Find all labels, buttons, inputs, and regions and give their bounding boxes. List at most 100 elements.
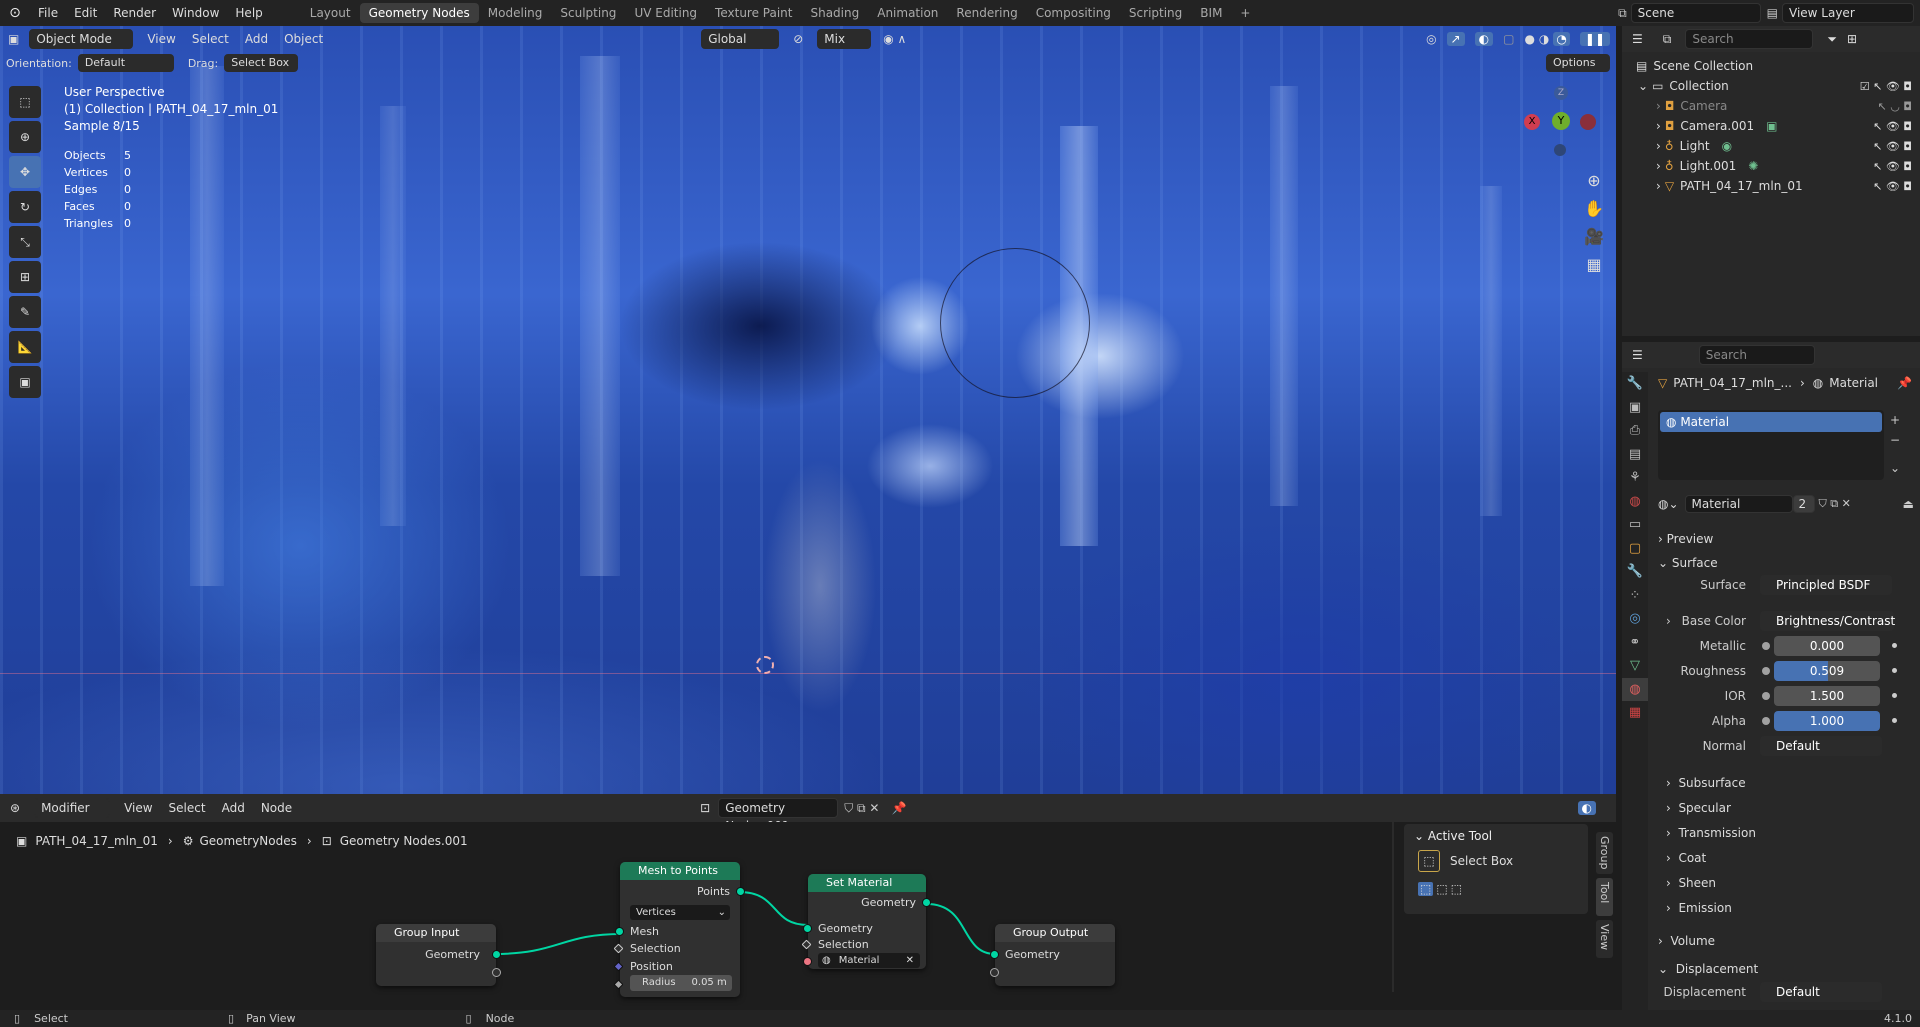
keyframe-dot-icon-alpha[interactable]: [1892, 718, 1897, 723]
select-mode-subtract-icon[interactable]: ⬚: [1451, 882, 1462, 896]
camera-view-icon[interactable]: 🎥: [1580, 222, 1608, 250]
group-output-extra-socket[interactable]: [990, 968, 999, 977]
shading-solid-icon[interactable]: ●: [1524, 32, 1534, 46]
node-tree-selector[interactable]: Geometry Nodes.001: [718, 798, 839, 833]
select-box-tool-icon[interactable]: ⬚: [9, 86, 41, 118]
menu-view[interactable]: View: [139, 32, 183, 46]
tool-tab-icon[interactable]: 🔧: [1622, 372, 1648, 396]
mesh-input-socket[interactable]: [615, 927, 624, 936]
xray-icon[interactable]: ▢: [1503, 32, 1514, 46]
add-workspace-button[interactable]: +: [1231, 3, 1259, 23]
mode-selector[interactable]: Object Mode: [29, 29, 134, 49]
gizmo-y-axis[interactable]: Y: [1552, 112, 1570, 130]
scene-selector[interactable]: Scene: [1630, 3, 1761, 23]
node-menu-select[interactable]: Select: [161, 801, 214, 815]
proportional-edit-icon[interactable]: ◉ ∧: [883, 32, 906, 46]
pause-render-button[interactable]: ❚❚: [1579, 32, 1610, 46]
tab-scripting[interactable]: Scripting: [1120, 3, 1191, 23]
menu-edit[interactable]: Edit: [66, 6, 105, 20]
transform-orientation-selector[interactable]: Global: [701, 29, 780, 49]
sidebar-tab-tool[interactable]: Tool: [1596, 878, 1613, 916]
filter-icon[interactable]: ⏷: [1827, 32, 1837, 47]
zoom-icon[interactable]: ⊕: [1580, 166, 1608, 194]
tab-sculpting[interactable]: Sculpting: [551, 3, 625, 23]
material-selector-field[interactable]: ◍ Material ✕: [818, 953, 920, 968]
object-tab-icon[interactable]: ▢: [1622, 537, 1648, 561]
keyframe-dot-icon-ior[interactable]: [1892, 693, 1897, 698]
group-output-node[interactable]: Group Output Geometry: [990, 924, 1115, 986]
subsurface-section-header[interactable]: › Subsurface: [1666, 776, 1746, 790]
node-menu-add[interactable]: Add: [214, 801, 253, 815]
menu-object[interactable]: Object: [276, 32, 331, 46]
tab-animation[interactable]: Animation: [868, 3, 947, 23]
roughness-field[interactable]: 0.509: [1774, 661, 1880, 681]
modifier-context-selector[interactable]: Modifier: [34, 798, 111, 818]
mesh-to-points-mode-selector[interactable]: Vertices ⌄: [630, 905, 730, 920]
gizmo-neg-z-axis[interactable]: [1554, 144, 1566, 156]
editor-type-icon[interactable]: ▣: [8, 32, 19, 46]
scene-tab-icon[interactable]: ⚘: [1622, 466, 1648, 490]
tab-shading[interactable]: Shading: [801, 3, 868, 23]
menu-select[interactable]: Select: [184, 32, 237, 46]
pan-hand-icon[interactable]: ✋: [1580, 194, 1608, 222]
properties-search-input[interactable]: Search: [1698, 345, 1815, 365]
gizmo-x-axis[interactable]: X: [1524, 114, 1540, 130]
gizmo-z-axis[interactable]: Z: [1554, 86, 1568, 100]
menu-window[interactable]: Window: [164, 6, 227, 20]
points-output-socket[interactable]: [736, 887, 745, 896]
gizmo-neg-x-axis[interactable]: [1580, 114, 1596, 130]
tab-texture-paint[interactable]: Texture Paint: [706, 3, 801, 23]
collection-row[interactable]: ⌄ ▭ Collection ☑ ↖ 👁 ◘: [1622, 76, 1920, 96]
material-slot-list[interactable]: ◍ Material: [1658, 410, 1884, 480]
displacement-field[interactable]: Default: [1760, 982, 1882, 1002]
tab-layout[interactable]: Layout: [301, 3, 360, 23]
sidebar-tab-group[interactable]: Group: [1596, 832, 1613, 874]
expand-icon[interactable]: ⌄: [1638, 79, 1648, 93]
radius-field[interactable]: Radius 0.05 m: [630, 975, 732, 991]
outliner-editor-type-icon[interactable]: ☰: [1632, 32, 1643, 46]
options-button[interactable]: Options: [1546, 54, 1610, 72]
set-material-geometry-out-socket[interactable]: [922, 898, 931, 907]
group-input-node[interactable]: Group Input Geometry: [376, 924, 501, 986]
group-input-geometry-socket[interactable]: [492, 950, 501, 959]
material-name-field[interactable]: Material: [1684, 495, 1793, 513]
snap-icon[interactable]: ⊘: [793, 32, 803, 46]
grid-view-icon[interactable]: ▦: [1580, 250, 1608, 278]
camera-visibility-icons[interactable]: ↖ ◡ ◘: [1877, 100, 1912, 113]
metallic-field[interactable]: 0.000: [1774, 636, 1880, 656]
sidebar-tab-view[interactable]: View: [1596, 920, 1613, 958]
path-object-visibility-icons[interactable]: ↖ 👁 ◘: [1873, 180, 1912, 193]
node-overlay-icon[interactable]: ◐: [1577, 801, 1596, 815]
properties-editor-type-icon[interactable]: ☰: [1632, 348, 1643, 362]
clear-material-icon[interactable]: ✕: [906, 953, 914, 968]
base-color-field[interactable]: Brightness/Contrast: [1760, 611, 1895, 631]
3d-viewport[interactable]: ▣ Object Mode View Select Add Object Glo…: [0, 26, 1616, 794]
select-mode-new-icon[interactable]: ⬚: [1418, 882, 1434, 896]
fake-user-icon[interactable]: ⛉ ⧉ ✕: [844, 801, 879, 816]
menu-render[interactable]: Render: [105, 6, 164, 20]
material-slot-item[interactable]: ◍ Material: [1660, 412, 1882, 432]
node-tree-icon[interactable]: ⊡: [700, 801, 710, 815]
new-collection-icon[interactable]: ⊞: [1847, 32, 1857, 46]
properties-pin-icon[interactable]: 📌: [1897, 376, 1912, 390]
shading-rendered-icon[interactable]: ◔: [1553, 32, 1570, 46]
alpha-field[interactable]: 1.000: [1774, 711, 1880, 731]
tab-bim[interactable]: BIM: [1191, 3, 1231, 23]
node-menu-node[interactable]: Node: [253, 801, 300, 815]
mesh-to-points-node[interactable]: Mesh to Points Points Vertices ⌄ Mesh Sel…: [613, 862, 745, 997]
menu-file[interactable]: File: [30, 6, 66, 20]
displacement-section-header[interactable]: ⌄ Displacement: [1658, 962, 1758, 976]
set-material-geometry-in-socket[interactable]: [803, 924, 812, 933]
navigation-gizmo[interactable]: Y X Z: [1520, 82, 1600, 162]
collection-tab-icon[interactable]: ▭: [1622, 513, 1648, 537]
specular-section-header[interactable]: › Specular: [1666, 801, 1731, 815]
ior-field[interactable]: 1.500: [1774, 686, 1880, 706]
drag-selector[interactable]: Select Box: [224, 54, 299, 72]
keyframe-dot-icon[interactable]: [1892, 643, 1897, 648]
add-cube-tool-icon[interactable]: ▣: [9, 366, 41, 398]
snap-selector[interactable]: Mix: [817, 29, 872, 49]
active-tool-title[interactable]: ⌄ Active Tool: [1414, 829, 1492, 843]
overlay-toggle-icon[interactable]: ◐: [1474, 32, 1494, 46]
menu-add[interactable]: Add: [237, 32, 276, 46]
link-icon[interactable]: ⏏: [1903, 497, 1914, 511]
